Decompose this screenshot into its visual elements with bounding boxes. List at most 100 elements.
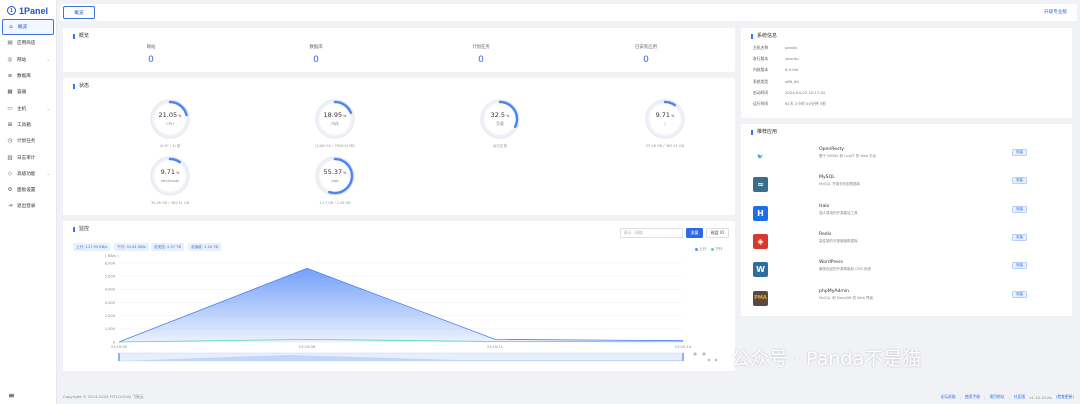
tab-overview[interactable]: 概览 xyxy=(63,6,95,19)
sidebar-item-gear[interactable]: ⚙ 面板设置 xyxy=(2,182,54,198)
upgrade-link[interactable]: 升级专业版 xyxy=(1044,9,1067,15)
overview-title: 概览 xyxy=(73,34,89,39)
docs-link[interactable]: 使用手册 xyxy=(965,394,980,400)
gauge-sub: 1.17 GB / 2.28 GB xyxy=(319,201,351,205)
sidebar-item-container[interactable]: ▦ 容器 xyxy=(2,84,54,100)
overview-value: 0 xyxy=(148,55,154,65)
app-desc: 基于 NGINX 和 LuaJIT 的 Web 平台 xyxy=(819,154,877,158)
app-desc: 最受欢迎的开源博客和 CMS 系统 xyxy=(819,267,871,272)
overview-label: 计划任务 xyxy=(472,45,490,50)
install-button[interactable]: 安装 xyxy=(1012,262,1027,270)
sysinfo-row: 运行时间 61天 2小时 50分钟 3秒 xyxy=(753,101,826,107)
mysql-icon: ≈ xyxy=(753,177,768,193)
sysinfo-card: 系统信息 主机名称 panda 发行版本 ubuntu 内核版本 6.5.0m 系统类型 x8… xyxy=(741,28,1072,118)
sidebar-item-home[interactable]: ⌂ 概览 xyxy=(2,19,54,36)
cron-icon: ◷ xyxy=(7,138,13,145)
y-tick-label: 5,000 xyxy=(105,274,116,278)
redis-icon: ◈ xyxy=(753,233,768,249)
install-button[interactable]: 安装 xyxy=(1012,290,1027,298)
sysinfo-value: 61天 2小时 50分钟 3秒 xyxy=(785,101,826,106)
y-tick-label: 1,000 xyxy=(105,327,116,331)
gauge-1[interactable]: 18.95% 内存 xyxy=(314,98,356,140)
database-icon: ≡ xyxy=(7,73,13,80)
y-tick-label: 6,000 xyxy=(105,261,116,265)
status-title: 状态 xyxy=(73,84,89,89)
overview-label: 网站 xyxy=(146,45,156,50)
traffic-chart: ( KB/s ) 0 1,000 2,000 3,000 4,000 5,000 6,000 2… xyxy=(105,253,692,362)
sidebar-item-diamond[interactable]: ◇ 高级功能 ⌄ xyxy=(2,166,54,182)
sysinfo-row: 发行版本 ubuntu xyxy=(753,56,799,62)
halo-icon: H xyxy=(753,205,768,221)
app-desc: 强大易用的开源建站工具 xyxy=(819,210,858,215)
sidebar-item-label: 面板设置 xyxy=(17,188,36,194)
edition-link[interactable]: 社区版 xyxy=(1014,394,1025,400)
gauge-sub: (1460.50 / 7858.0) MB xyxy=(315,144,355,148)
app-row: ≈ MySQL MySQL 开源关系型数据库 安装 xyxy=(753,174,1066,200)
x-tick-label: 23:10:11 xyxy=(487,345,503,349)
gauge-sub: 35.06 GB / 383.41 GB xyxy=(150,201,190,205)
phpmyadmin-icon: PMA xyxy=(753,290,768,306)
app-name: WordPress xyxy=(819,260,843,266)
logout-icon: ⇥ xyxy=(7,203,13,210)
y-tick-label: 3,000 xyxy=(105,301,116,305)
store-icon: ▤ xyxy=(7,40,13,47)
container-icon: ▦ xyxy=(7,89,13,96)
app-desc: 高性能的开源键值数据库 xyxy=(819,238,858,243)
sysinfo-key: 内核版本 xyxy=(753,67,769,73)
slider-handle-right xyxy=(682,353,684,361)
sidebar-item-log[interactable]: ▥ 日志审计 xyxy=(2,149,54,165)
gauge-4[interactable]: 9.71% /etc/hosts xyxy=(149,155,191,197)
sidebar-item-globe[interactable]: ◎ 网站 ⌄ xyxy=(2,52,54,68)
overview-item-websites[interactable]: 网站 0 xyxy=(111,44,191,65)
home-icon: ⌂ xyxy=(9,24,13,31)
sidebar-item-label: 工具箱 xyxy=(17,122,31,128)
sidebar-item-logout[interactable]: ⇥ 退出登录 xyxy=(2,198,54,214)
sidebar-item-label: 容器 xyxy=(17,90,27,96)
sidebar-item-toolbox[interactable]: ⊞ 工具箱 xyxy=(2,117,54,133)
sidebar-item-database[interactable]: ≡ 数据库 xyxy=(2,68,54,84)
sysinfo-key: 运行时间 xyxy=(753,101,769,106)
gauge-5[interactable]: 55.37% /opt xyxy=(314,155,356,197)
github-link[interactable]: 项目地址 xyxy=(989,394,1004,400)
wordpress-icon: W xyxy=(753,262,768,278)
gauge-sub: 运行正常 xyxy=(493,144,507,148)
gauge-3[interactable]: 9.71% / xyxy=(644,98,686,140)
x-tick-label: 23:10:05 xyxy=(111,345,127,349)
install-button[interactable]: 安装 xyxy=(1012,149,1027,156)
check-update-link[interactable]: (检查更新) xyxy=(1056,394,1074,400)
series-up-area xyxy=(119,268,683,342)
overview-item-databases[interactable]: 数据库 0 xyxy=(276,44,356,65)
sysinfo-row: 系统类型 x86_64 xyxy=(753,79,799,85)
app-row: 🐦 OpenResty 基于 NGINX 和 LuaJIT 的 Web 平台 安装 xyxy=(753,146,1066,172)
logo[interactable]: 1 1Panel xyxy=(0,0,56,17)
y-axis-label: ( KB/s ) xyxy=(105,253,119,258)
gauge-value: 55.37% xyxy=(323,168,347,176)
app-desc: MySQL 和 MariaDB 的 Web 界面 xyxy=(819,295,874,300)
sysinfo-key: 启动时间 xyxy=(753,89,769,95)
install-button[interactable]: 安装 xyxy=(1012,177,1027,185)
forum-link[interactable]: 论坛求助 xyxy=(940,394,955,400)
logo-icon: 1 xyxy=(7,6,16,15)
sidebar-item-cron[interactable]: ◷ 计划任务 xyxy=(2,133,54,149)
overview-label: 已安装应用 xyxy=(635,45,657,50)
gauge-2[interactable]: 32.5% 负载 xyxy=(479,98,521,140)
chevron-down-icon: ⌄ xyxy=(46,57,50,63)
overview-item-apps[interactable]: 已安装应用 0 xyxy=(606,44,686,65)
menu-toggle-icon[interactable]: ≡ xyxy=(8,391,16,400)
sidebar-item-label: 计划任务 xyxy=(17,139,36,145)
watermark: 公众号 · Panda不是猫 xyxy=(685,344,921,371)
sysinfo-row: 主机名称 panda xyxy=(753,45,797,51)
install-button[interactable]: 安装 xyxy=(1012,233,1027,241)
overview-item-cron[interactable]: 计划任务 0 xyxy=(441,44,521,65)
sidebar-item-host[interactable]: ▭ 主机 ⌄ xyxy=(2,100,54,116)
sidebar-item-store[interactable]: ▤ 应用商店 xyxy=(2,35,54,51)
apps-title: 推荐应用 xyxy=(751,130,777,135)
install-button[interactable]: 安装 xyxy=(1012,205,1027,213)
sidebar-item-label: 应用商店 xyxy=(17,41,36,47)
sysinfo-key: 发行版本 xyxy=(753,56,769,62)
app-name: Halo xyxy=(819,203,830,209)
sidebar-item-label: 主机 xyxy=(17,106,27,112)
gauge-0[interactable]: 21.05% CPU xyxy=(149,98,191,140)
sidebar: 1 1Panel ⌂ 概览 ▤ 应用商店 ◎ 网站 ⌄ ≡ 数据库 ▦ 容器 ▭ 主机 ⌄ ⊞ 工具箱 ◷ 计划任… xyxy=(0,0,57,404)
app-row: H Halo 强大易用的开源建站工具 安装 xyxy=(753,203,1066,229)
